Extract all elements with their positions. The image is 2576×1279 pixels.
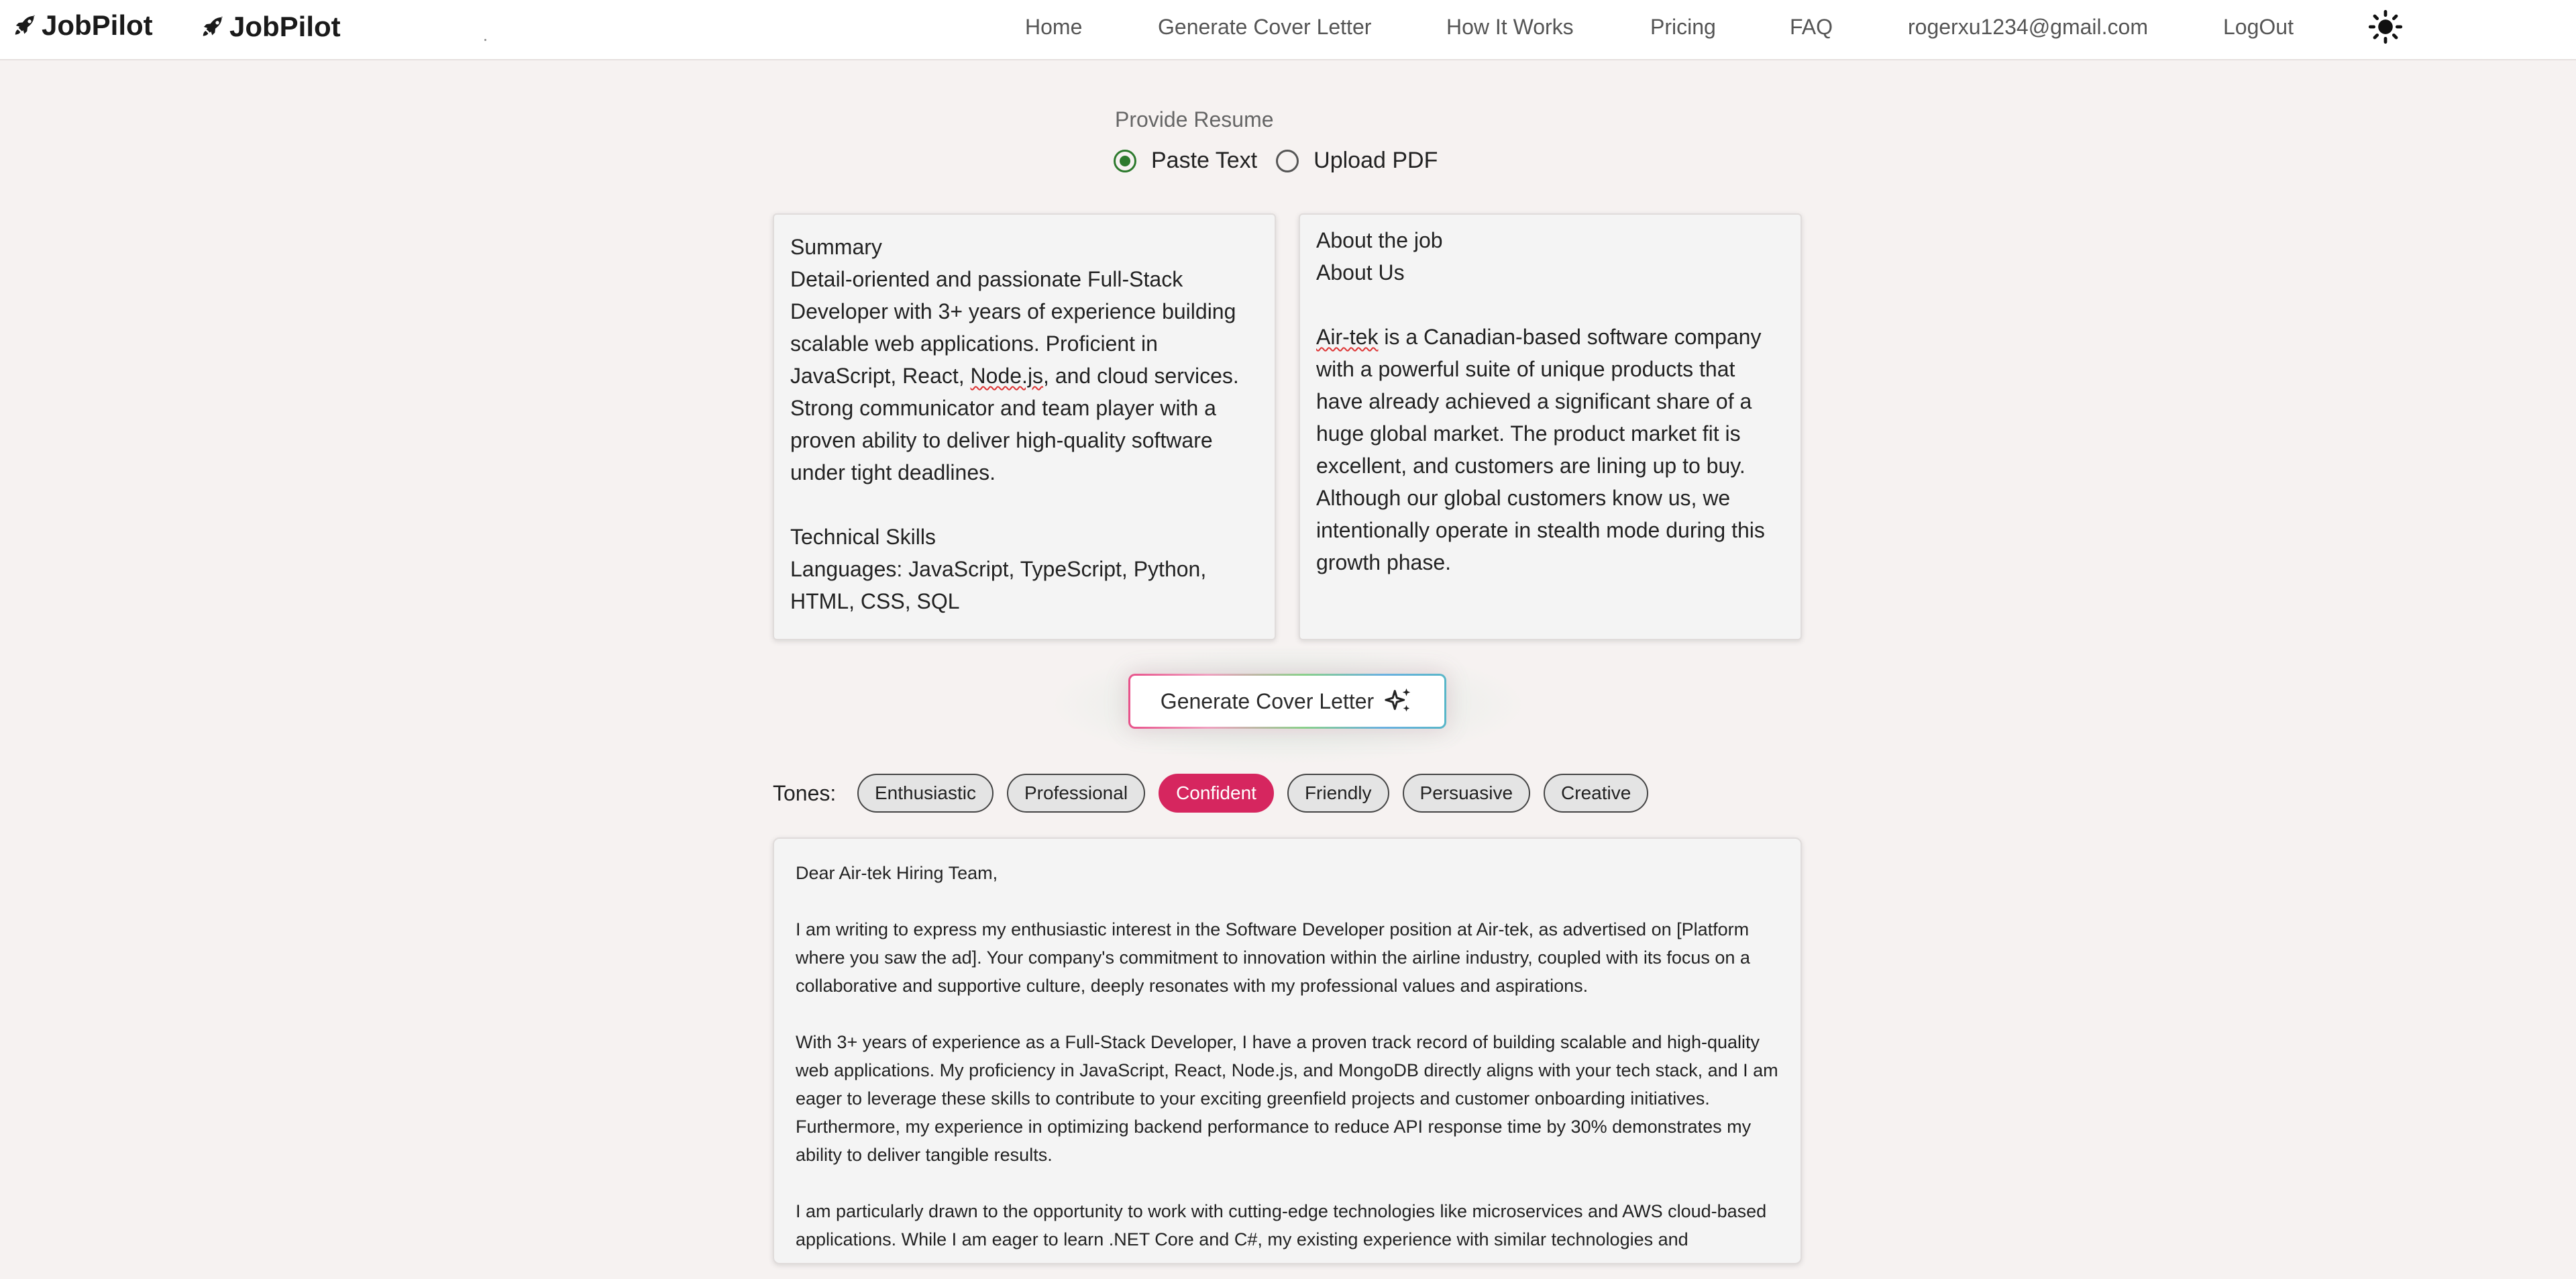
job-description-textarea[interactable]: About the job About Us Air-tek is a Cana… (1299, 213, 1802, 640)
decorative-dot (484, 39, 486, 41)
tone-chip-creative[interactable]: Creative (1544, 774, 1649, 813)
generate-cover-letter-button[interactable]: Generate Cover Letter (1128, 674, 1446, 729)
spellcheck-flagged-word: Node.js (970, 364, 1044, 388)
resume-textarea[interactable]: Summary Detail-oriented and passionate F… (773, 213, 1276, 640)
tone-chip-friendly[interactable]: Friendly (1287, 774, 1389, 813)
tone-chip-professional[interactable]: Professional (1006, 774, 1146, 813)
brand-name: JobPilot (42, 9, 153, 41)
brand-logo[interactable]: JobPilot (12, 9, 153, 42)
nav-faq[interactable]: FAQ (1790, 15, 1833, 40)
sparkle-icon (1385, 688, 1411, 712)
paste-text-label[interactable]: Paste Text (1151, 148, 1257, 174)
generate-button-label: Generate Cover Letter (1160, 688, 1375, 713)
tone-chip-confident[interactable]: Confident (1159, 774, 1274, 813)
resume-source-radio-group: Paste Text Upload PDF (1114, 148, 1456, 174)
brand-name: JobPilot (229, 11, 341, 42)
nav-logout[interactable]: LogOut (2223, 15, 2294, 40)
resume-text: Summary Detail-oriented and passionate F… (790, 235, 1239, 613)
tone-chips: Enthusiastic Professional Confident Frie… (857, 774, 1649, 813)
tone-chip-enthusiastic[interactable]: Enthusiastic (857, 774, 994, 813)
tone-chip-persuasive[interactable]: Persuasive (1402, 774, 1531, 813)
rocket-icon (15, 15, 36, 35)
upload-pdf-radio[interactable] (1276, 149, 1299, 172)
provide-resume-label: Provide Resume (1115, 107, 1274, 132)
rocket-icon (203, 16, 223, 36)
nav-generate-cover-letter[interactable]: Generate Cover Letter (1158, 15, 1371, 40)
cover-letter-text: Dear Air-tek Hiring Team, I am writing t… (796, 863, 1778, 1249)
top-nav-bar: JobPilot JobPilot Home Generate Cover Le… (0, 0, 2576, 60)
paste-text-radio[interactable] (1114, 149, 1136, 172)
nav-how-it-works[interactable]: How It Works (1446, 15, 1574, 40)
nav-pricing[interactable]: Pricing (1650, 15, 1716, 40)
cover-letter-output[interactable]: Dear Air-tek Hiring Team, I am writing t… (773, 837, 1802, 1264)
nav-home[interactable]: Home (1025, 15, 1082, 40)
sun-icon[interactable] (2368, 9, 2403, 44)
spellcheck-flagged-word: Air-tek (1316, 325, 1379, 349)
nav-user-email[interactable]: rogerxu1234@gmail.com (1908, 15, 2148, 40)
upload-pdf-label[interactable]: Upload PDF (1313, 148, 1438, 174)
job-description-text: About the job About Us Air-tek is a Cana… (1316, 228, 1771, 574)
brand-logo-secondary[interactable]: JobPilot (200, 11, 341, 43)
tones-label: Tones: (773, 781, 837, 805)
